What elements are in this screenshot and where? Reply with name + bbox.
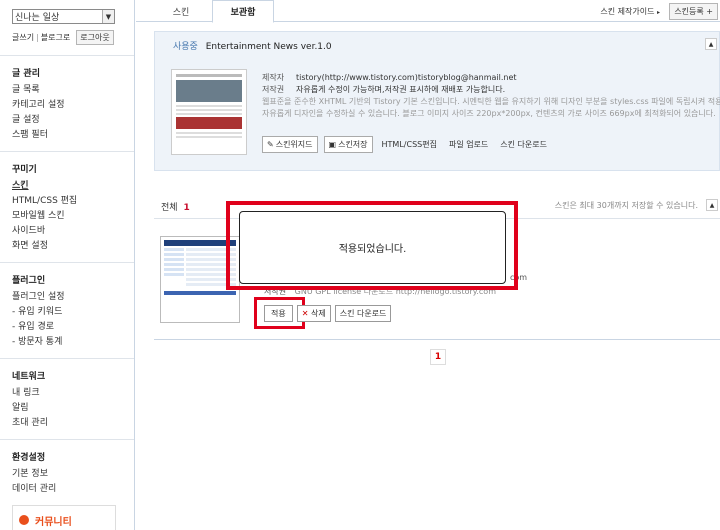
community-banner[interactable]: 커뮤니티 [12,505,116,530]
close-icon: ✕ [301,309,309,318]
delete-button[interactable]: ✕ 삭제 [296,305,331,322]
skin-description-line1: 웹표준을 준수한 XHTML 기반의 Tistory 기본 스킨입니다. 시멘틱… [262,97,720,106]
sidebar-item-visitor-stats[interactable]: - 방문자 통계 [12,335,122,350]
applied-dialog: 적용되었습니다. [239,211,506,284]
apply-button[interactable]: 적용 [264,305,293,322]
collapse-icon[interactable]: ▲ [706,199,718,211]
in-use-label: 사용중 [173,42,198,52]
sidebar-item-mobile-skin[interactable]: 모바일웹 스킨 [12,209,122,224]
current-skin-thumbnail [171,69,247,155]
sidebar: 신나는 일상 ▼ 글쓰기 | 블로그로 로그아웃 글 관리 글 목록 카테고리 … [0,0,135,530]
tab-bar: 스킨 보관함 스킨 제작가이드 ▸ 스킨등록 + [136,0,720,23]
html-css-edit-link[interactable]: HTML/CSS편집 [379,137,440,152]
skin-guide-link[interactable]: 스킨 제작가이드 ▸ [600,6,660,17]
chevron-down-icon: ▼ [102,10,114,23]
save-icon: ▣ [328,140,337,149]
skin-guide-label: 스킨 제작가이드 [600,7,655,16]
write-link[interactable]: 글쓰기 [12,32,34,43]
blog-home-link[interactable]: 블로그로 [41,32,70,43]
separator: | [36,33,39,42]
blog-select-value: 신나는 일상 [15,13,60,23]
sidebar-item-inflow-path[interactable]: - 유입 경로 [12,320,122,335]
pagination-current-page[interactable]: 1 [430,349,446,365]
dialog-message: 적용되었습니다. [338,244,407,255]
sidebar-item-post-settings[interactable]: 글 설정 [12,113,122,128]
sidebar-group-title: 글 관리 [12,69,40,79]
divider [154,339,720,340]
sidebar-group-plugins: 플러그인 플러그인 설정 - 유입 키워드 - 유입 경로 - 방문자 통계 [0,262,134,358]
skin-save-label: 스킨저장 [338,140,368,149]
skin-download-link[interactable]: 스킨 다운로드 [497,137,550,152]
skin-download-button[interactable]: 스킨 다운로드 [334,305,392,322]
collapse-icon[interactable]: ▲ [705,38,717,50]
sidebar-item-html-css[interactable]: HTML/CSS 편집 [12,194,122,209]
author-label: 제작자 [262,73,285,82]
sidebar-item-spam-filter[interactable]: 스팸 필터 [12,128,122,143]
community-label: 커뮤니티 [35,516,72,528]
sidebar-group-title: 환경설정 [12,453,46,463]
sidebar-item-notifications[interactable]: 알림 [12,401,122,416]
skin-item-actions: 적용 ✕ 삭제 스킨 다운로드 [264,305,392,322]
sidebar-group-posts: 글 관리 글 목록 카테고리 설정 글 설정 스팸 필터 [0,55,134,151]
community-icon [19,515,29,525]
current-skin-header: 사용중 Entertainment News ver.1.0 [173,39,332,52]
sidebar-group-title: 네트워크 [12,372,46,382]
sidebar-item-category[interactable]: 카테고리 설정 [12,98,122,113]
skin-widget-label: 스킨위지드 [275,140,313,149]
skin-register-button[interactable]: 스킨등록 + [669,3,718,20]
sidebar-item-sidebar[interactable]: 사이드바 [12,224,122,239]
blog-select[interactable]: 신나는 일상 ▼ [12,9,115,24]
tab-skin[interactable]: 스킨 [152,0,210,22]
skin-widget-button[interactable]: ✎ 스킨위지드 [262,136,318,153]
tab-storage[interactable]: 보관함 [212,0,274,23]
sidebar-item-post-list[interactable]: 글 목록 [12,83,122,98]
sidebar-item-my-links[interactable]: 내 링크 [12,386,122,401]
sidebar-item-skin[interactable]: 스킨 [12,179,122,194]
delete-label: 삭제 [310,309,326,318]
current-skin-panel: 사용중 Entertainment News ver.1.0 ▲ 제작자 tist… [154,31,720,171]
chevron-right-icon: ▸ [656,9,660,16]
sidebar-group-settings: 환경설정 기본 정보 데이터 관리 [0,439,134,505]
list-capacity-note: 스킨은 최대 30개까지 저장할 수 있습니다. [554,201,698,210]
sidebar-item-data-management[interactable]: 데이터 관리 [12,482,122,497]
sidebar-item-screen-settings[interactable]: 화면 설정 [12,239,122,254]
list-total: 전체 1 [161,200,190,213]
sidebar-group-design: 꾸미기 스킨 HTML/CSS 편집 모바일웹 스킨 사이드바 화면 설정 [0,151,134,262]
current-skin-actions: ✎ 스킨위지드 ▣ 스킨저장 HTML/CSS편집 파일 업로드 스킨 다운로드 [262,136,550,153]
skin-description-line2: 자유롭게 디자인을 수정하실 수 있습니다. 블로그 이미지 사이즈 220px… [262,109,716,118]
pencil-icon: ✎ [267,140,274,149]
author-value: tistory(http://www.tistory.com)tistorybl… [296,73,517,82]
file-upload-link[interactable]: 파일 업로드 [446,137,491,152]
sidebar-group-network: 네트워크 내 링크 알림 초대 관리 [0,358,134,439]
logout-button[interactable]: 로그아웃 [76,30,114,45]
skin-save-button[interactable]: ▣ 스킨저장 [323,136,373,153]
current-skin-name: Entertainment News ver.1.0 [205,42,332,52]
sidebar-group-title: 꾸미기 [12,165,37,175]
copyright-label: 저작권 [262,85,285,94]
sidebar-item-invites[interactable]: 초대 관리 [12,416,122,431]
current-skin-info: 제작자 tistory(http://www.tistory.com)tistor… [262,72,720,120]
sidebar-item-plugin-settings[interactable]: 플러그인 설정 [12,290,122,305]
sidebar-group-title: 플러그인 [12,276,46,286]
sidebar-item-inflow-keyword[interactable]: - 유입 키워드 [12,305,122,320]
sidebar-item-basic-info[interactable]: 기본 정보 [12,467,122,482]
list-total-label: 전체 [161,203,178,213]
copyright-value: 자유롭게 수정이 가능하며,저작권 표시하에 재배포 가능합니다. [296,85,506,94]
list-total-count: 1 [183,203,190,213]
